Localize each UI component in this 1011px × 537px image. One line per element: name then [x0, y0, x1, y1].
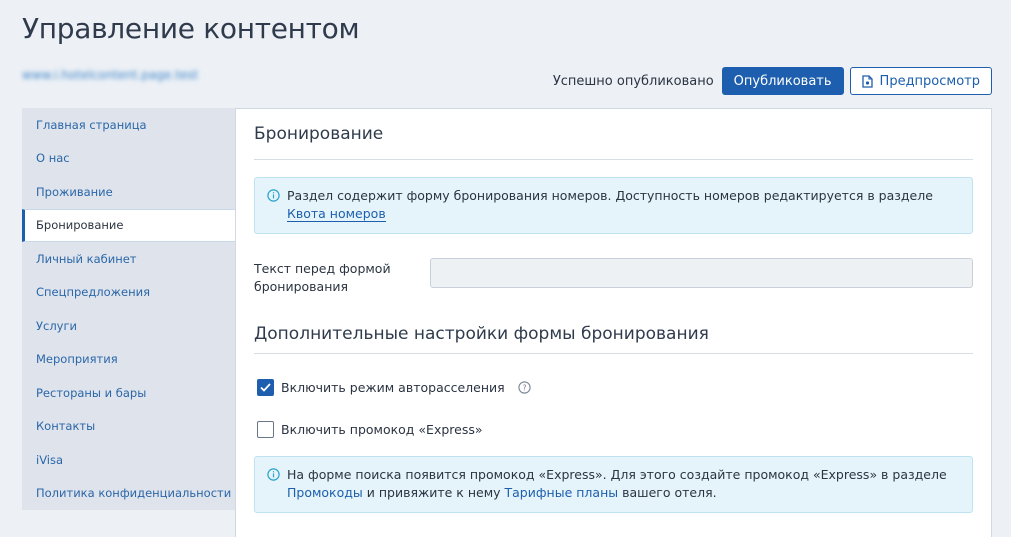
sidebar-item-special-offers[interactable]: Спецпредложения — [22, 276, 236, 310]
auto-checkin-label: Включить режим авторасселения — [281, 379, 505, 395]
promo-info-text-before: На форме поиска появится промокод «Expre… — [287, 467, 947, 482]
booking-text-input[interactable] — [430, 258, 973, 288]
additional-settings-title: Дополнительные настройки формы бронирова… — [254, 318, 973, 354]
sidebar-item-account[interactable]: Личный кабинет — [22, 242, 236, 276]
booking-text-label: Текст перед формой бронирования — [254, 261, 391, 294]
auto-checkin-checkbox[interactable] — [257, 378, 274, 396]
sidebar-item-services[interactable]: Услуги — [22, 309, 236, 343]
info-icon — [267, 189, 280, 207]
booking-info-box: Раздел содержит форму бронирования номер… — [254, 177, 973, 234]
booking-info-text: Раздел содержит форму бронирования номер… — [287, 188, 933, 203]
rate-plans-link[interactable]: Тарифные планы — [505, 485, 619, 500]
top-actions: Успешно опубликовано Опубликовать Предпр… — [553, 67, 992, 95]
promo-info-box: На форме поиска появится промокод «Expre… — [254, 456, 973, 513]
sidebar-nav: Главная страница О нас Проживание Бронир… — [22, 108, 236, 510]
sidebar-item-ivisa[interactable]: iVisa — [22, 443, 236, 477]
express-promo-checkbox[interactable] — [257, 420, 274, 438]
preview-button-label: Предпросмотр — [879, 73, 980, 89]
publish-status: Успешно опубликовано — [552, 73, 714, 89]
section-title: Бронирование — [254, 109, 973, 160]
sidebar-item-privacy[interactable]: Политика конфиденциальности — [22, 477, 236, 511]
express-promo-row: Включить промокод «Express» — [254, 420, 973, 438]
page-title: Управление контентом — [22, 12, 360, 45]
promo-info-text-middle: и привяжите к нему — [366, 485, 501, 500]
sidebar-item-accommodation[interactable]: Проживание — [22, 175, 236, 209]
publish-button[interactable]: Опубликовать — [721, 67, 844, 95]
preview-button[interactable]: Предпросмотр — [849, 67, 992, 95]
express-promo-label: Включить промокод «Express» — [281, 421, 483, 437]
promocodes-link[interactable]: Промокоды — [287, 485, 363, 500]
content-panel: Бронирование Раздел содержит форму брони… — [235, 108, 992, 537]
sidebar-item-about[interactable]: О нас — [22, 142, 236, 176]
sidebar-item-restaurants[interactable]: Рестораны и бары — [22, 376, 236, 410]
promo-info-text-after: вашего отеля. — [622, 485, 717, 500]
info-icon — [267, 468, 280, 486]
site-link[interactable]: www.i.hotelcontent.page.test — [22, 68, 198, 82]
sidebar-item-booking[interactable]: Бронирование — [22, 208, 236, 242]
booking-text-row: Текст перед формой бронирования — [254, 258, 973, 296]
preview-icon — [861, 74, 873, 88]
svg-text:?: ? — [522, 383, 526, 392]
checkmark-icon — [260, 382, 271, 392]
auto-checkin-row: Включить режим авторасселения ? — [254, 378, 973, 396]
sidebar-item-contacts[interactable]: Контакты — [22, 410, 236, 444]
question-circle-icon[interactable]: ? — [518, 380, 531, 394]
room-quota-link[interactable]: Квота номеров — [287, 206, 386, 222]
sidebar-item-events[interactable]: Мероприятия — [22, 343, 236, 377]
sidebar-item-home[interactable]: Главная страница — [22, 108, 236, 142]
